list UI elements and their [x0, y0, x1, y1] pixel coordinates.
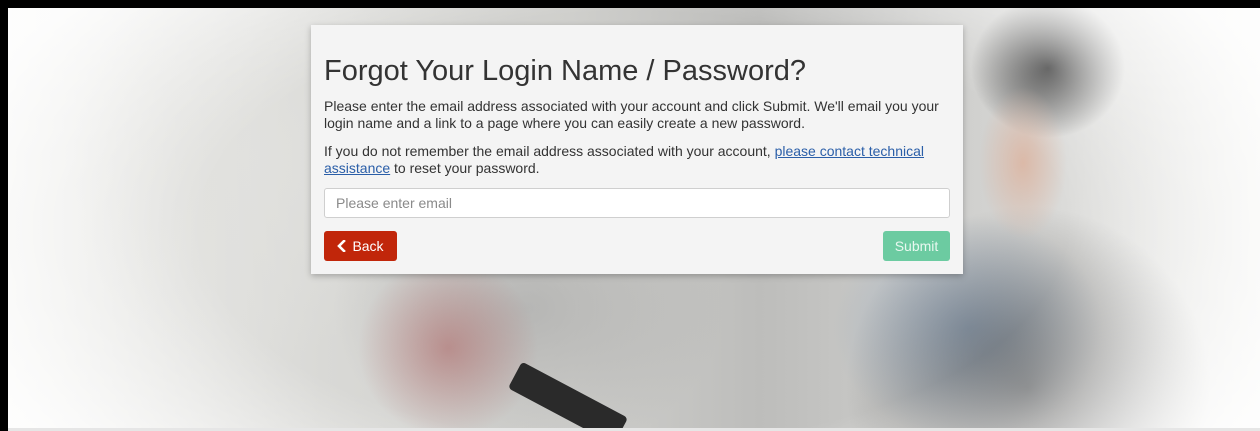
forgot-password-panel: Forgot Your Login Name / Password? Pleas…	[311, 25, 963, 274]
back-button-label: Back	[352, 238, 384, 254]
back-button[interactable]: Back	[324, 231, 397, 261]
help-text-before: If you do not remember the email address…	[324, 143, 775, 159]
help-text: If you do not remember the email address…	[324, 143, 964, 177]
help-text-after: to reset your password.	[390, 160, 540, 176]
chevron-left-icon	[337, 240, 347, 252]
intro-text: Please enter the email address associate…	[324, 98, 939, 131]
window-frame: Forgot Your Login Name / Password? Pleas…	[0, 0, 1260, 431]
submit-button[interactable]: Submit	[883, 231, 950, 261]
email-input[interactable]	[324, 188, 950, 218]
page-title: Forgot Your Login Name / Password?	[324, 55, 806, 87]
